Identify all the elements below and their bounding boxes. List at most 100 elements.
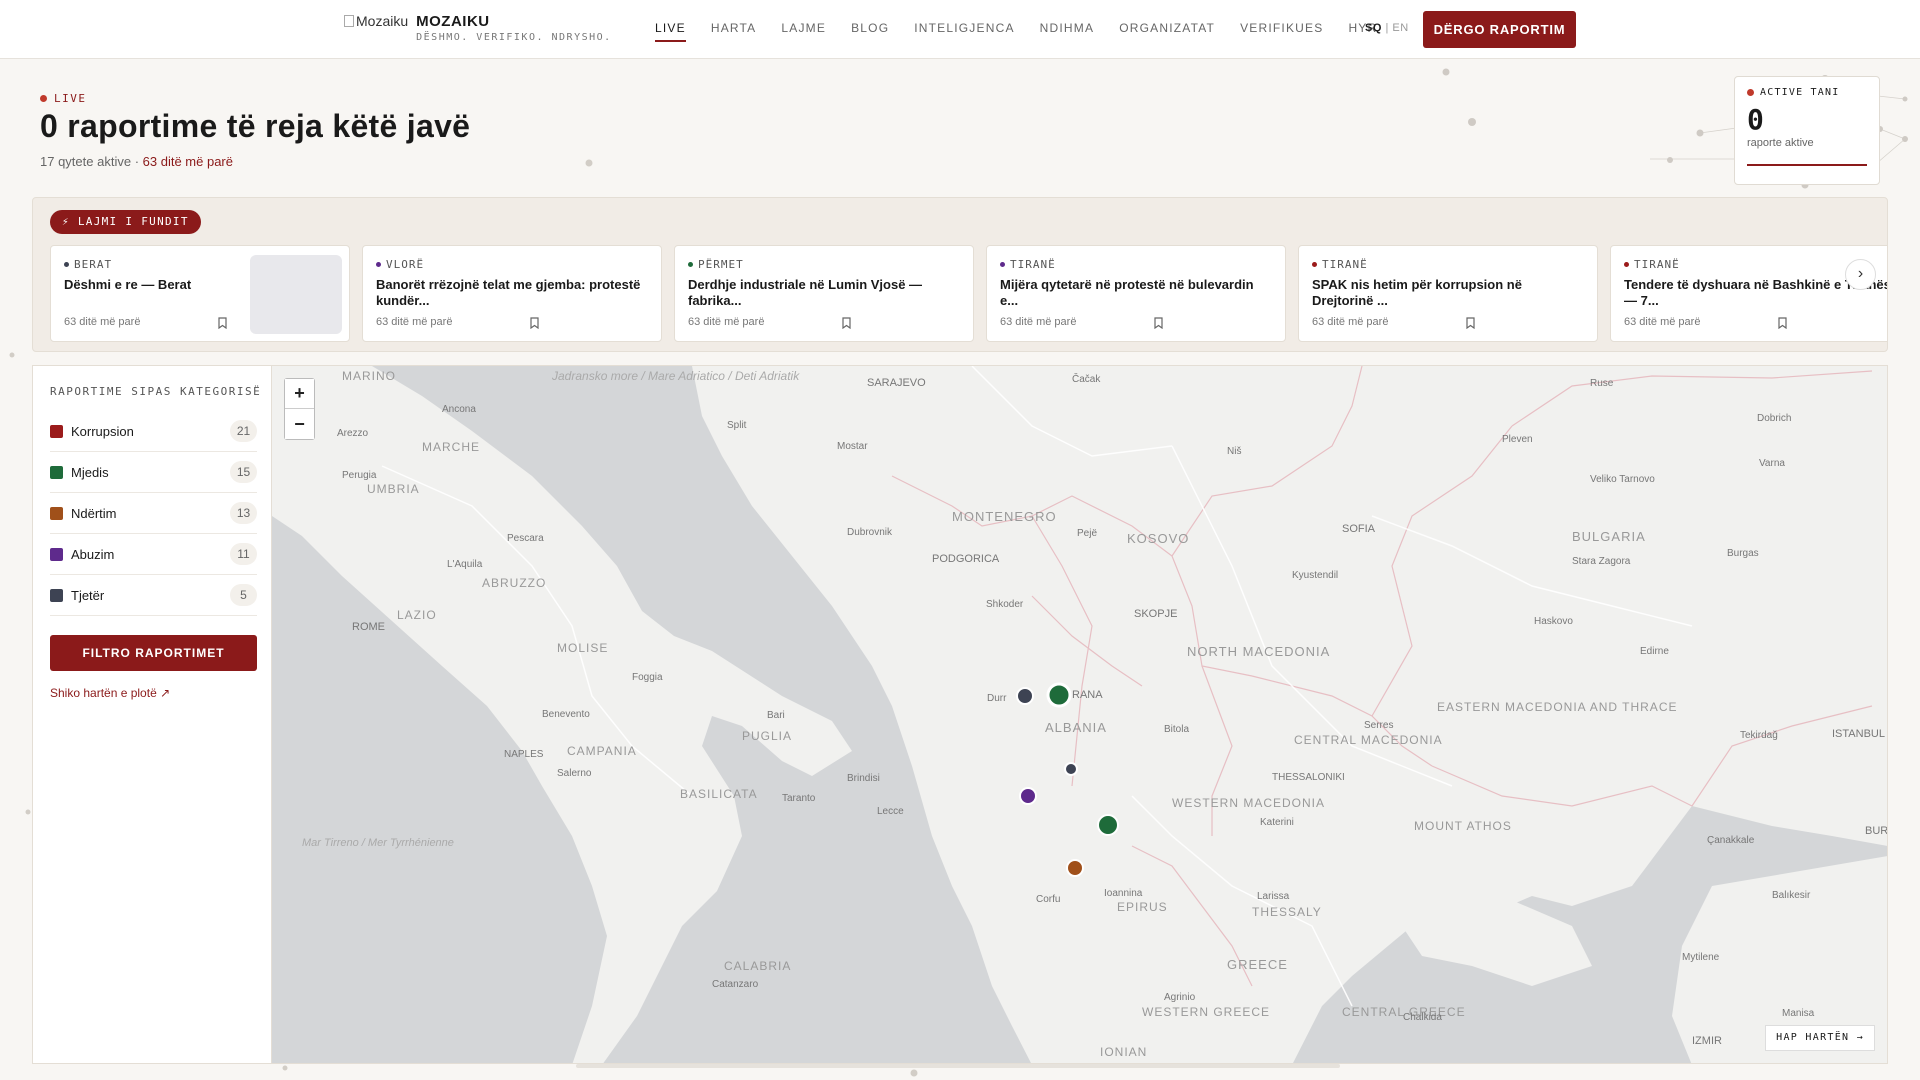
report-marker[interactable] — [1097, 814, 1119, 836]
category-item-korrupsion[interactable]: Korrupsion 21 — [50, 411, 257, 452]
label-stara-zagora: Stara Zagora — [1572, 556, 1631, 567]
label-sofia: SOFIA — [1342, 523, 1376, 535]
news-card[interactable]: BERAT Dëshmi e re — Berat 63 ditë më par… — [50, 245, 350, 342]
category-item-mjedis[interactable]: Mjedis 15 — [50, 452, 257, 493]
report-marker[interactable] — [1064, 762, 1078, 776]
label-central-macedonia: CENTRAL MACEDONIA — [1294, 733, 1443, 747]
category-count: 13 — [230, 502, 257, 524]
report-marker[interactable] — [1019, 787, 1037, 805]
label-bitola: Bitola — [1164, 724, 1189, 735]
news-time: 63 ditë më parë — [376, 316, 453, 328]
news-city: TIRANË — [1624, 258, 1680, 271]
label-brindisi: Brindisi — [847, 773, 880, 784]
label-ruse: Ruse — [1590, 378, 1614, 389]
label-pescara: Pescara — [507, 533, 544, 544]
news-title: Dëshmi e re — Berat — [64, 277, 192, 292]
label-basilicata: BASILICATA — [680, 787, 758, 801]
category-dot-icon — [1624, 262, 1629, 267]
label-catanzaro: Catanzaro — [712, 979, 759, 990]
label-mount-athos: MOUNT ATHOS — [1414, 819, 1512, 833]
news-time: 63 ditë më parë — [688, 316, 765, 328]
subtitle-separator: · — [134, 154, 140, 169]
news-time: 63 ditë më parë — [1000, 316, 1077, 328]
news-card[interactable]: TIRANË Tendere të dyshuara në Bashkinë e… — [1610, 245, 1887, 342]
label-tyrrhenian: Mar Tirreno / Mer Tyrrhénienne — [302, 837, 454, 849]
full-map-link[interactable]: Shiko hartën e plotë ↗ — [50, 686, 170, 700]
label-dubrovnik: Dubrovnik — [847, 527, 893, 538]
label-adriatic: Jadransko more / Mare Adriatico / Deti A… — [551, 369, 800, 383]
report-marker[interactable] — [1066, 859, 1084, 877]
label-laquila: L'Aquila — [447, 559, 483, 570]
label-bari: Bari — [767, 710, 785, 721]
category-item-tjeter[interactable]: Tjetër 5 — [50, 575, 257, 616]
news-title: SPAK nis hetim për korrupsion në Drejtor… — [1312, 277, 1522, 308]
label-rome: ROME — [352, 621, 385, 633]
open-map-button[interactable]: HAP HARTËN → — [1765, 1025, 1875, 1051]
label-salerno: Salerno — [557, 768, 592, 779]
bookmark-icon[interactable] — [218, 317, 227, 329]
news-city-label: VLORË — [386, 258, 425, 271]
category-item-abuzim[interactable]: Abuzim 11 — [50, 534, 257, 575]
category-dot-icon — [1000, 262, 1005, 267]
label-larissa: Larissa — [1257, 891, 1290, 902]
label-benevento: Benevento — [542, 709, 590, 720]
label-thessaly: THESSALY — [1252, 905, 1322, 919]
bookmark-icon[interactable] — [842, 317, 851, 329]
label-cacak: Čačak — [1072, 372, 1101, 385]
label-edirne: Edirne — [1640, 646, 1669, 657]
scroll-indicator[interactable] — [576, 1064, 1340, 1068]
news-card[interactable]: VLORË Banorët rrëzojnë telat me gjemba: … — [362, 245, 662, 342]
category-name: Korrupsion — [71, 423, 134, 439]
news-city-label: TIRANË — [1010, 258, 1056, 271]
label-tirana: RANA — [1072, 689, 1103, 701]
bookmark-icon[interactable] — [1466, 317, 1475, 329]
news-card[interactable]: TIRANË Mijëra qytetarë në protestë në bu… — [986, 245, 1286, 342]
category-swatch — [50, 506, 63, 520]
label-calabria: CALABRIA — [724, 959, 791, 973]
zoom-in-button[interactable]: + — [285, 379, 314, 409]
label-campania: CAMPANIA — [567, 744, 637, 758]
label-kyustendil: Kyustendil — [1292, 570, 1338, 581]
report-marker[interactable] — [1046, 682, 1072, 708]
category-swatch — [50, 424, 63, 438]
news-card[interactable]: PËRMET Derdhje industriale në Lumin Vjos… — [674, 245, 974, 342]
bookmark-icon[interactable] — [530, 317, 539, 329]
filter-reports-button[interactable]: FILTRO RAPORTIMET — [50, 635, 257, 671]
active-dot-icon — [1747, 89, 1754, 96]
category-swatch — [50, 465, 63, 479]
news-card[interactable]: TIRANË SPAK nis hetim për korrupsion në … — [1298, 245, 1598, 342]
news-time: 63 ditë më parë — [1624, 316, 1701, 328]
news-city-label: BERAT — [74, 258, 113, 271]
active-now-text: ACTIVE TANI — [1760, 87, 1840, 98]
category-dot-icon — [1312, 262, 1317, 267]
category-name: Abuzim — [71, 546, 115, 562]
label-naples: NAPLES — [504, 749, 544, 760]
category-name: Mjedis — [71, 464, 109, 480]
label-durres: Durr — [987, 693, 1007, 704]
label-peje: Pejë — [1077, 528, 1097, 539]
reports-map[interactable]: MARINO Ancona Arezzo MARCHE Perugia UMBR… — [272, 365, 1888, 1064]
label-manisa: Manisa — [1782, 1008, 1815, 1019]
label-tekirdag: Tekirdağ — [1740, 730, 1778, 741]
latest-news-badge: ⚡ LAJMI I FUNDIT — [50, 210, 201, 234]
report-marker[interactable] — [1016, 687, 1034, 705]
label-veliko: Veliko Tarnovo — [1590, 474, 1655, 485]
news-city-label: TIRANË — [1634, 258, 1680, 271]
label-haskovo: Haskovo — [1534, 616, 1573, 627]
bookmark-icon[interactable] — [1778, 317, 1787, 329]
news-next-button[interactable]: › — [1845, 259, 1876, 290]
label-molise: MOLISE — [557, 641, 608, 655]
category-item-ndertim[interactable]: Ndërtim 13 — [50, 493, 257, 534]
bookmark-icon[interactable] — [1154, 317, 1163, 329]
category-name: Ndërtim — [71, 505, 117, 521]
label-ionian: IONIAN — [1100, 1045, 1147, 1059]
news-city: PËRMET — [688, 258, 744, 271]
zoom-out-button[interactable]: − — [285, 409, 314, 439]
news-city: VLORË — [376, 258, 424, 271]
category-dot-icon — [64, 262, 69, 267]
label-corfu: Corfu — [1036, 894, 1060, 905]
label-thessaloniki: THESSALONIKI — [1272, 772, 1345, 783]
label-kosovo: KOSOVO — [1127, 531, 1189, 546]
active-now-bar — [1747, 164, 1867, 166]
label-north-macedonia: NORTH MACEDONIA — [1187, 644, 1330, 659]
